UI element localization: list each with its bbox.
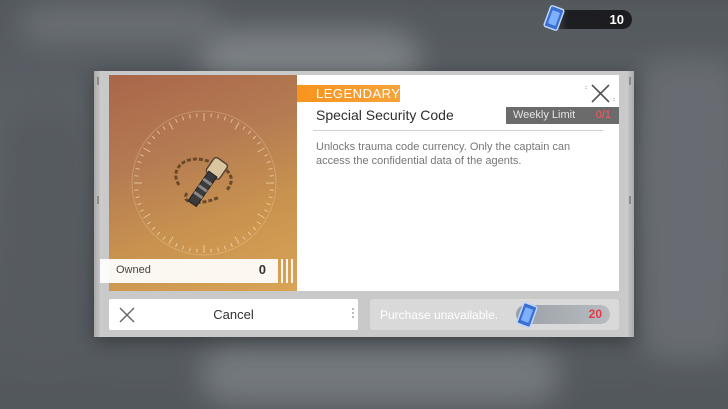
currency-display: 10 [543,5,632,31]
rarity-badge: LEGENDARY [297,85,400,102]
weekly-limit-value: 0/1 [595,109,611,121]
currency-card-icon [543,5,565,31]
close-button[interactable] [584,80,616,108]
price-value: 20 [588,307,602,321]
item-description: Unlocks trauma code currency. Only the c… [316,141,571,167]
item-name: Special Security Code [316,107,454,123]
currency-amount: 10 [609,12,624,27]
price-pill: 20 [516,302,610,328]
rarity-label: LEGENDARY [316,86,401,101]
close-icon [585,84,615,103]
weekly-limit-badge: Weekly Limit 0/1 [506,107,619,124]
owned-bar-stripes [276,259,296,283]
info-divider [313,130,603,131]
cancel-label: Cancel [213,307,254,322]
cancel-button[interactable]: Cancel [109,299,358,330]
owned-value: 0 [258,262,266,277]
currency-card-icon [516,302,538,328]
purchase-label: Purchase unavailable. [380,308,499,322]
owned-bar: Owned 0 [100,259,276,283]
owned-label: Owned [116,264,151,276]
weekly-limit-label: Weekly Limit [513,109,576,121]
